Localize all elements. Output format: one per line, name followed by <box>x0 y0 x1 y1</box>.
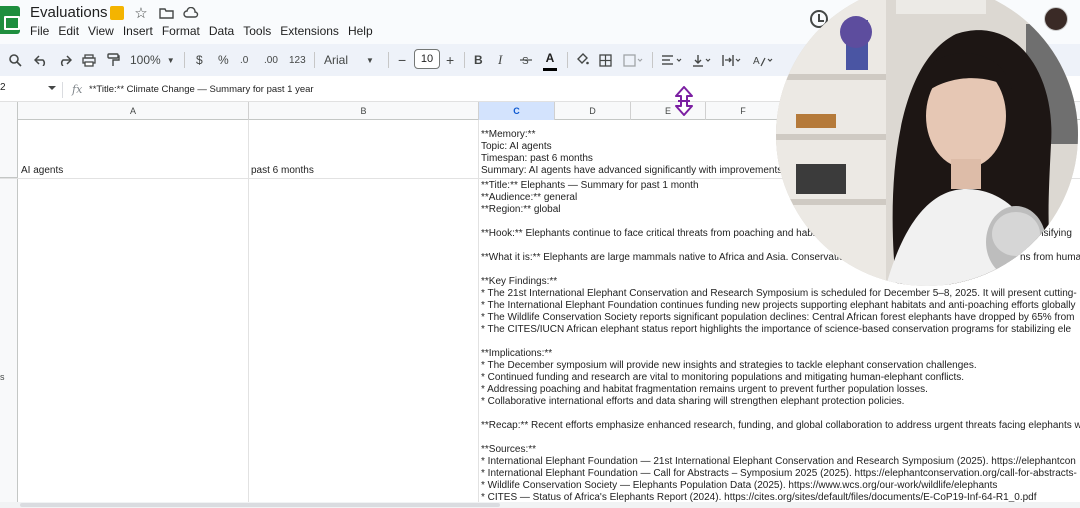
cell-c1-line: **Memory:** <box>481 129 536 140</box>
spreadsheet-app: Evaluations ☆ File Edit View Insert Form… <box>0 0 1080 508</box>
select-all-corner[interactable] <box>0 102 18 120</box>
cell-c2-line: * The CITES/IUCN African elephant status… <box>481 324 1072 335</box>
formula-divider <box>62 82 63 98</box>
cell-c2-line <box>481 408 1080 420</box>
menu-file[interactable]: File <box>30 23 54 39</box>
cell-c2-line: **Implications:** <box>481 348 553 359</box>
fx-icon: fx <box>72 83 83 96</box>
scrollbar-thumb[interactable] <box>20 503 500 507</box>
title-actions: ☆ <box>110 5 199 22</box>
chevron-down-icon: ▼ <box>366 55 374 65</box>
move-to-folder-icon[interactable] <box>110 6 124 20</box>
toolbar-divider <box>184 52 185 68</box>
avatar[interactable] <box>1044 7 1068 31</box>
zoom-value: 100% <box>130 53 161 67</box>
sheets-logo-icon[interactable] <box>0 6 20 34</box>
column-header-a[interactable]: A <box>18 102 249 120</box>
borders-icon[interactable] <box>599 51 612 69</box>
cell-c2-line: * Addressing poaching and habitat fragme… <box>481 384 928 395</box>
cell-overflow-text: ns from huma <box>1020 252 1080 263</box>
document-title[interactable]: Evaluations <box>30 4 108 21</box>
row-header-1[interactable] <box>0 120 18 178</box>
decrease-decimal-button[interactable]: .0 <box>240 51 248 69</box>
merge-cells-icon[interactable] <box>623 51 643 69</box>
cell-c1-line: Topic: AI agents <box>481 141 552 152</box>
cell-c2-line: * The December symposium will provide ne… <box>481 360 977 371</box>
menu-insert[interactable]: Insert <box>123 23 158 39</box>
undo-icon[interactable] <box>34 51 48 69</box>
folder-icon[interactable] <box>158 5 174 21</box>
menu-extensions[interactable]: Extensions <box>280 23 344 39</box>
paint-format-icon[interactable] <box>106 51 120 69</box>
row-header-label: s <box>0 372 5 382</box>
redo-icon[interactable] <box>58 51 72 69</box>
cell-c2-line: * The International Elephant Foundation … <box>481 300 1076 311</box>
toolbar-divider <box>388 52 389 68</box>
print-icon[interactable] <box>82 51 96 69</box>
cell-c2-line: **Recap:** Recent efforts emphasize enha… <box>481 420 1080 431</box>
column-header-f[interactable]: F <box>706 102 781 120</box>
text-rotation-icon[interactable]: A <box>752 51 774 69</box>
cell-c1-line: Summary: AI agents have advanced signifi… <box>481 165 783 176</box>
font-family-value: Arial <box>324 53 349 67</box>
cloud-status-icon[interactable] <box>183 5 199 21</box>
zoom-select[interactable]: 100% ▼ <box>130 51 176 69</box>
cell-c1[interactable]: **Memory:** Topic: AI agents Timespan: pas… <box>481 129 782 177</box>
toolbar-divider <box>314 52 315 68</box>
fill-color-icon[interactable] <box>575 51 589 69</box>
svg-text:A: A <box>753 56 760 67</box>
menu-bar: File Edit View Insert Format Data Tools … <box>30 23 382 39</box>
row-header-2[interactable] <box>0 179 18 508</box>
menu-help[interactable]: Help <box>348 23 378 39</box>
cell-c2-line: * The 21st International Elephant Conser… <box>481 288 1077 299</box>
cell-c2-line: **Key Findings:** <box>481 276 558 287</box>
cell-c2-line: **Sources:** <box>481 444 537 455</box>
more-formats-button[interactable]: 123 <box>289 51 306 69</box>
percent-format-button[interactable]: % <box>218 51 229 69</box>
menu-format[interactable]: Format <box>162 23 205 39</box>
currency-format-button[interactable]: $ <box>196 51 203 69</box>
cell-c2-line: * Wildlife Conservation Society — Elepha… <box>481 480 998 491</box>
resize-cursor-icon <box>675 86 693 116</box>
formula-input[interactable]: **Title:** Climate Change — Summary for … <box>89 84 314 95</box>
increase-decimal-button[interactable]: .00 <box>264 51 278 69</box>
cell-c2-line: * Collaborative international efforts an… <box>481 396 905 407</box>
menu-view[interactable]: View <box>88 23 119 39</box>
chevron-down-icon[interactable] <box>48 86 56 90</box>
cell-b1[interactable]: past 6 months <box>251 165 314 176</box>
cell-c2-line <box>481 336 1080 348</box>
column-header-c[interactable]: C <box>479 102 555 120</box>
horizontal-align-icon[interactable] <box>661 51 683 69</box>
cell-c2-line: * The Wildlife Conservation Society repo… <box>481 312 1075 323</box>
vertical-align-icon[interactable] <box>692 51 712 69</box>
font-size-input[interactable]: 10 <box>414 49 440 69</box>
text-wrapping-icon[interactable] <box>722 51 742 69</box>
increase-font-size-button[interactable]: + <box>446 51 454 69</box>
strikethrough-icon[interactable]: S <box>520 51 532 69</box>
cell-c2-line: * Continued funding and research are vit… <box>481 372 965 383</box>
cell-a1[interactable]: AI agents <box>21 165 63 176</box>
search-menus-icon[interactable] <box>9 51 22 69</box>
font-family-select[interactable]: Arial ▼ <box>324 51 380 69</box>
italic-button[interactable]: I <box>498 51 502 69</box>
cell-c2-line: * International Elephant Foundation — Ca… <box>481 468 1077 479</box>
column-header-b[interactable]: B <box>249 102 479 120</box>
menu-edit[interactable]: Edit <box>58 23 84 39</box>
toolbar-divider <box>567 52 568 68</box>
toolbar-divider <box>464 52 465 68</box>
bold-button[interactable]: B <box>474 51 483 69</box>
chevron-down-icon: ▼ <box>166 55 175 65</box>
text-color-button[interactable]: A <box>541 51 559 71</box>
toolbar-divider <box>652 52 653 68</box>
name-box[interactable]: 2 <box>0 82 6 93</box>
menu-tools[interactable]: Tools <box>243 23 276 39</box>
cell-c2-line: * International Elephant Foundation — 21… <box>481 456 1076 467</box>
star-icon[interactable]: ☆ <box>133 5 149 22</box>
decrease-font-size-button[interactable]: − <box>398 51 406 69</box>
column-header-d[interactable]: D <box>555 102 631 120</box>
menu-data[interactable]: Data <box>209 23 239 39</box>
cell-c1-line: Timespan: past 6 months <box>481 153 593 164</box>
cell-c2-line <box>481 432 1080 444</box>
svg-text:S: S <box>522 56 529 66</box>
